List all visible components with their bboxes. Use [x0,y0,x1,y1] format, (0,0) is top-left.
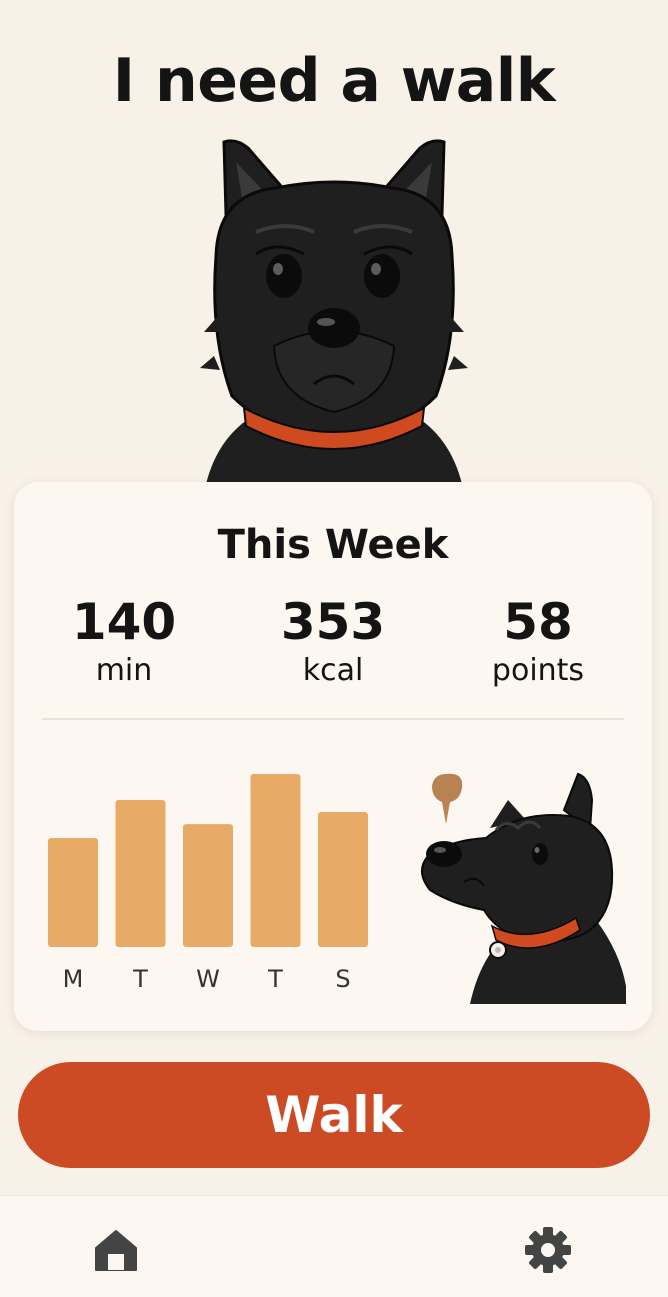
home-icon[interactable] [92,1226,140,1274]
bottom-nav [0,1195,668,1297]
chart-day-label: T [132,965,148,992]
gear-icon[interactable] [524,1226,572,1274]
sad-dog-illustration [200,139,468,484]
chart-bar-2 [183,824,233,947]
stat-points-value: 58 [503,593,573,651]
curious-dog-illustration [421,772,626,1004]
divider [42,718,624,720]
chart-day-label: M [63,965,84,992]
chart-day-label: T [267,965,283,992]
chart-day-label: W [196,965,220,992]
stat-calories-unit: kcal [302,653,364,688]
stat-minutes: 140 min [34,592,214,690]
weekly-activity-chart: MTWTS [48,774,368,992]
card-title: This Week [217,522,449,568]
chart-bar-0 [48,838,98,947]
chart-bar-4 [318,812,368,947]
page-title: I need a walk [112,46,556,116]
stat-points-unit: points [491,653,585,688]
chart-bar-1 [115,799,166,947]
stat-minutes-value: 140 [71,593,177,651]
stat-calories-value: 353 [280,593,386,651]
walk-button[interactable]: Walk [18,1062,650,1168]
chart-bar-3 [250,774,301,947]
stat-points: 58 points [448,592,628,690]
weekly-stats-card: This Week 140 min 353 kcal 58 points M T W… [14,482,652,1031]
chart-day-label: S [335,965,350,992]
stat-minutes-unit: min [95,653,153,688]
stat-calories: 353 kcal [243,592,423,690]
